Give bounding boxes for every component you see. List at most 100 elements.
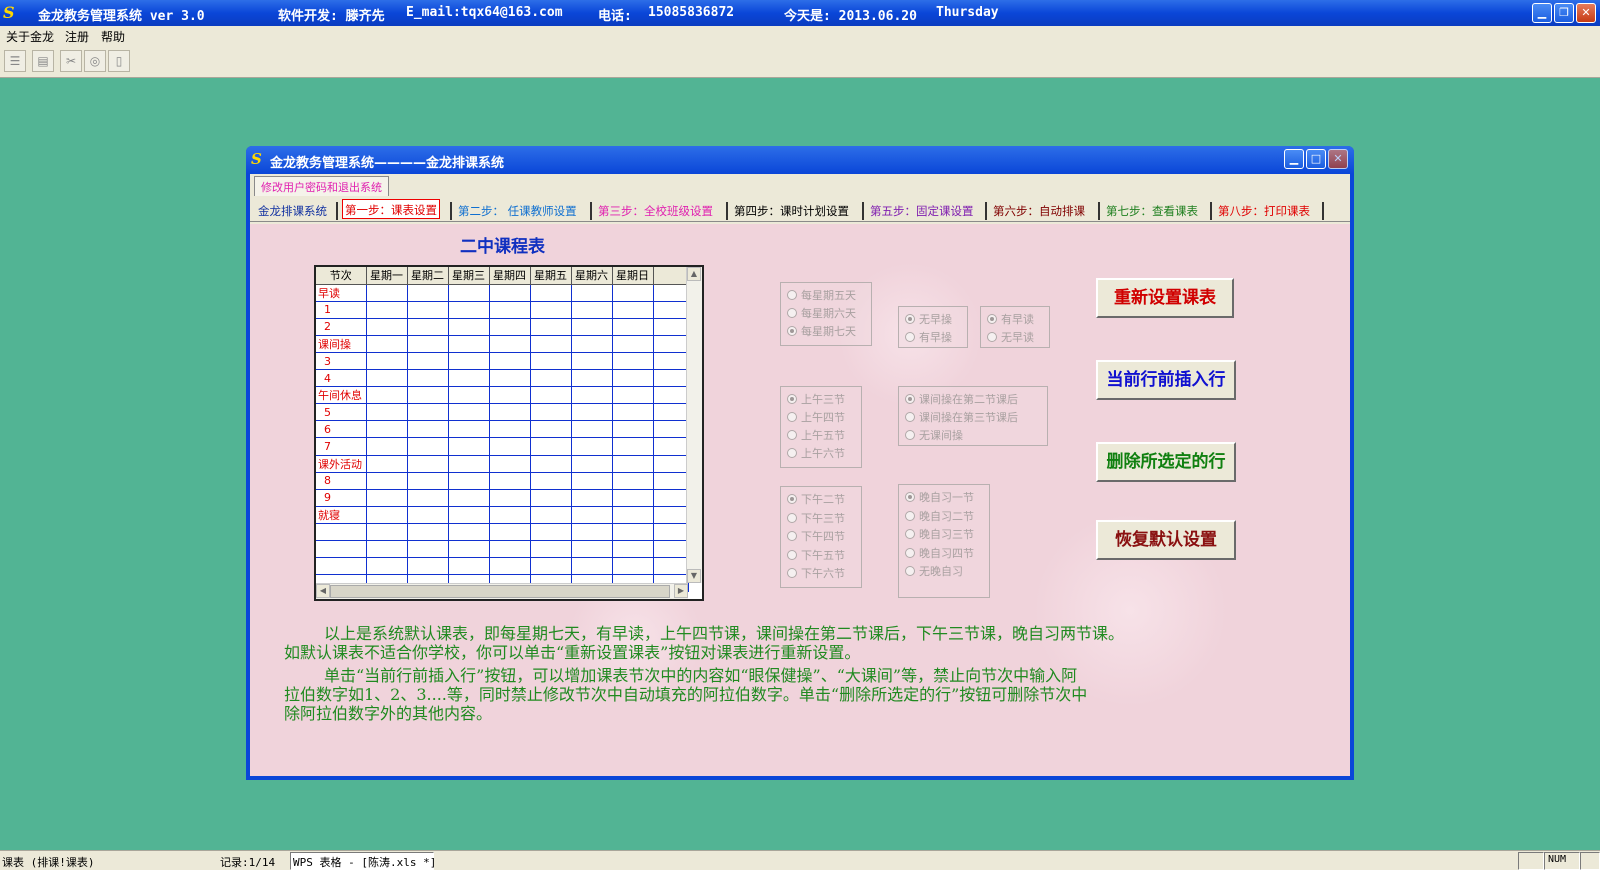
radio-option[interactable]: 上午四节 <box>787 409 845 425</box>
schedule-cell[interactable] <box>489 301 531 319</box>
schedule-cell[interactable] <box>571 420 613 439</box>
schedule-cell[interactable] <box>366 335 408 353</box>
schedule-cell[interactable] <box>612 386 654 405</box>
schedule-cell[interactable] <box>366 403 408 422</box>
schedule-cell[interactable] <box>407 284 449 302</box>
schedule-cell[interactable] <box>530 437 572 456</box>
header-sunday[interactable]: 星期日 <box>612 267 654 285</box>
radio-option[interactable]: 晚自习四节 <box>905 545 974 561</box>
child-maximize-button[interactable]: □ <box>1306 149 1326 169</box>
schedule-cell[interactable] <box>653 403 689 422</box>
radio-option[interactable]: 无晚自习 <box>905 563 963 579</box>
schedule-cell[interactable] <box>612 523 654 542</box>
period-cell[interactable]: 2 <box>316 318 367 336</box>
schedule-cell[interactable] <box>448 352 490 371</box>
schedule-row[interactable]: 5 <box>316 403 689 422</box>
schedule-cell[interactable] <box>530 420 572 439</box>
schedule-cell[interactable] <box>366 472 408 490</box>
schedule-cell[interactable] <box>366 420 408 439</box>
tab-step6-auto-schedule[interactable]: 第六步：自动排课 <box>991 201 1087 221</box>
schedule-cell[interactable] <box>489 369 531 388</box>
schedule-cell[interactable] <box>612 301 654 319</box>
schedule-cell[interactable] <box>571 386 613 405</box>
schedule-cell[interactable] <box>612 489 654 507</box>
schedule-cell[interactable] <box>653 301 689 319</box>
radio-option[interactable]: 无早读 <box>987 329 1034 345</box>
restore-button[interactable]: ❐ <box>1554 3 1574 23</box>
schedule-cell[interactable] <box>612 455 654 473</box>
radio-option[interactable]: 课间操在第二节课后 <box>905 391 1018 407</box>
schedule-cell[interactable] <box>653 489 689 507</box>
schedule-cell[interactable] <box>571 472 613 490</box>
radio-option[interactable]: 上午三节 <box>787 391 845 407</box>
radio-option[interactable]: 每星期六天 <box>787 305 856 321</box>
radio-option[interactable]: 上午五节 <box>787 427 845 443</box>
schedule-cell[interactable] <box>489 437 531 456</box>
schedule-cell[interactable] <box>366 369 408 388</box>
schedule-cell[interactable] <box>489 335 531 353</box>
schedule-cell[interactable] <box>489 386 531 405</box>
schedule-cell[interactable] <box>366 352 408 371</box>
schedule-cell[interactable] <box>530 489 572 507</box>
radio-option[interactable]: 下午二节 <box>787 491 845 507</box>
schedule-cell[interactable] <box>530 369 572 388</box>
schedule-cell[interactable] <box>448 557 490 576</box>
schedule-cell[interactable] <box>653 506 689 524</box>
header-friday[interactable]: 星期五 <box>530 267 572 285</box>
period-cell[interactable]: 5 <box>316 403 367 422</box>
schedule-cell[interactable] <box>571 352 613 371</box>
schedule-row[interactable]: 课外活动 <box>316 455 689 473</box>
schedule-cell[interactable] <box>366 301 408 319</box>
schedule-cell[interactable] <box>407 352 449 371</box>
schedule-cell[interactable] <box>530 284 572 302</box>
schedule-cell[interactable] <box>448 437 490 456</box>
schedule-cell[interactable] <box>653 352 689 371</box>
schedule-cell[interactable] <box>530 523 572 542</box>
tab-step5-fixed-lessons[interactable]: 第五步：固定课设置 <box>868 201 976 221</box>
radio-option[interactable]: 无早操 <box>905 311 952 327</box>
schedule-cell[interactable] <box>571 523 613 542</box>
taskbar-item[interactable]: WPS 表格 - [陈涛.xls *] <box>290 852 436 870</box>
schedule-cell[interactable] <box>530 557 572 576</box>
schedule-cell[interactable] <box>407 437 449 456</box>
schedule-cell[interactable] <box>489 523 531 542</box>
schedule-cell[interactable] <box>448 335 490 353</box>
schedule-row[interactable] <box>316 523 689 542</box>
schedule-cell[interactable] <box>530 455 572 473</box>
radio-option[interactable]: 下午四节 <box>787 528 845 544</box>
menu-help[interactable]: 帮助 <box>101 28 125 45</box>
scroll-right-icon[interactable]: ▶ <box>674 584 688 598</box>
delete-row-button[interactable]: 删除所选定的行 <box>1096 442 1236 482</box>
schedule-cell[interactable] <box>366 540 408 559</box>
schedule-row[interactable] <box>316 557 689 576</box>
reset-schedule-button[interactable]: 重新设置课表 <box>1096 278 1234 318</box>
schedule-cell[interactable] <box>653 318 689 336</box>
schedule-cell[interactable] <box>407 557 449 576</box>
schedule-cell[interactable] <box>407 403 449 422</box>
schedule-grid[interactable]: 节次 星期一 星期二 星期三 星期四 星期五 星期六 星期日 早读 1 2 课间操 3 4… <box>314 265 704 601</box>
schedule-cell[interactable] <box>571 489 613 507</box>
schedule-cell[interactable] <box>448 506 490 524</box>
tab-step1-schedule-setup[interactable]: 第一步：课表设置 <box>342 199 440 219</box>
schedule-cell[interactable] <box>571 403 613 422</box>
tab-step2-teachers[interactable]: 第二步： 任课教师设置 <box>456 201 579 221</box>
schedule-cell[interactable] <box>448 284 490 302</box>
radio-option[interactable]: 有早读 <box>987 311 1034 327</box>
schedule-row[interactable]: 4 <box>316 369 689 388</box>
schedule-row[interactable]: 就寝 <box>316 506 689 524</box>
header-saturday[interactable]: 星期六 <box>571 267 613 285</box>
period-cell[interactable] <box>316 557 367 576</box>
schedule-cell[interactable] <box>366 489 408 507</box>
schedule-cell[interactable] <box>612 557 654 576</box>
schedule-row[interactable]: 9 <box>316 489 689 507</box>
schedule-cell[interactable] <box>653 540 689 559</box>
schedule-cell[interactable] <box>530 403 572 422</box>
schedule-cell[interactable] <box>448 540 490 559</box>
schedule-cell[interactable] <box>407 420 449 439</box>
schedule-cell[interactable] <box>489 455 531 473</box>
tab-account-exit[interactable]: 修改用户密码和退出系统 <box>254 176 389 196</box>
schedule-cell[interactable] <box>489 540 531 559</box>
header-monday[interactable]: 星期一 <box>366 267 408 285</box>
schedule-cell[interactable] <box>653 284 689 302</box>
minimize-button[interactable]: ▁ <box>1532 3 1552 23</box>
